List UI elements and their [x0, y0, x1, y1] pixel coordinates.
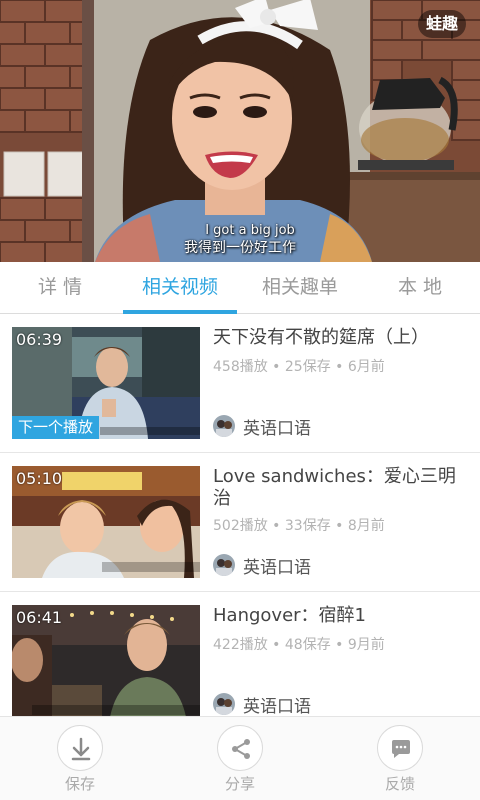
- channel-name: 英语口语: [243, 418, 311, 439]
- save-label: 保存: [64, 775, 95, 793]
- channel-info[interactable]: 英语口语: [213, 553, 311, 578]
- channel-info[interactable]: 英语口语: [213, 414, 311, 439]
- related-video-list: 06:39 下一个播放 天下没有不散的筵席（上） 458播放 • 25保存 • …: [0, 314, 480, 716]
- video-title[interactable]: Hangover：宿醉1: [213, 605, 468, 627]
- channel-name: 英语口语: [243, 696, 311, 717]
- channel-name: 英语口语: [243, 557, 311, 578]
- video-stats: 458播放 • 25保存 • 6月前: [213, 359, 385, 375]
- video-duration: 06:39: [16, 330, 63, 349]
- list-item[interactable]: 05:10 Love sandwiches：爱心三明治 502播放 • 33保存…: [0, 453, 480, 592]
- channel-avatar: [213, 415, 235, 437]
- tab-details[interactable]: 详 情: [0, 262, 120, 313]
- video-duration: 06:41: [16, 608, 63, 627]
- channel-avatar: [213, 554, 235, 576]
- video-player[interactable]: 蛙趣 I got a big job 我得到一份好工作: [0, 0, 480, 262]
- video-stats: 422播放 • 48保存 • 9月前: [213, 637, 385, 653]
- feedback-icon: [377, 725, 423, 771]
- video-thumbnail[interactable]: 06:41: [12, 605, 200, 716]
- share-button[interactable]: 分享: [160, 717, 320, 800]
- bottom-action-bar: 保存 分享 反馈: [0, 716, 480, 800]
- list-item[interactable]: 06:41 Hangover：宿醉1 422播放 • 48保存 • 9月前 英语…: [0, 592, 480, 716]
- download-icon: [57, 725, 103, 771]
- subtitle-english: I got a big job: [205, 223, 295, 238]
- channel-avatar: [213, 693, 235, 715]
- video-title[interactable]: 天下没有不散的筵席（上）: [213, 327, 468, 349]
- list-item[interactable]: 06:39 下一个播放 天下没有不散的筵席（上） 458播放 • 25保存 • …: [0, 314, 480, 453]
- channel-info[interactable]: 英语口语: [213, 692, 311, 716]
- share-icon: [217, 725, 263, 771]
- save-button[interactable]: 保存: [0, 717, 160, 800]
- tab-related-lists[interactable]: 相关趣单: [240, 262, 360, 313]
- feedback-button[interactable]: 反馈: [320, 717, 480, 800]
- feedback-label: 反馈: [384, 775, 415, 793]
- video-title[interactable]: Love sandwiches：爱心三明治: [213, 466, 468, 510]
- subtitles: I got a big job 我得到一份好工作: [0, 223, 480, 257]
- subtitle-chinese: 我得到一份好工作: [184, 240, 296, 256]
- video-thumbnail[interactable]: 06:39 下一个播放: [12, 327, 200, 439]
- next-play-badge: 下一个播放: [12, 416, 100, 439]
- tab-local[interactable]: 本 地: [360, 262, 480, 313]
- video-thumbnail[interactable]: 05:10: [12, 466, 200, 578]
- share-label: 分享: [224, 775, 255, 793]
- tab-bar: 详 情 相关视频 相关趣单 本 地: [0, 262, 480, 314]
- brand-logo: 蛙趣: [417, 10, 466, 38]
- video-duration: 05:10: [16, 469, 63, 488]
- video-stats: 502播放 • 33保存 • 8月前: [213, 518, 385, 534]
- tab-related-videos[interactable]: 相关视频: [120, 262, 240, 314]
